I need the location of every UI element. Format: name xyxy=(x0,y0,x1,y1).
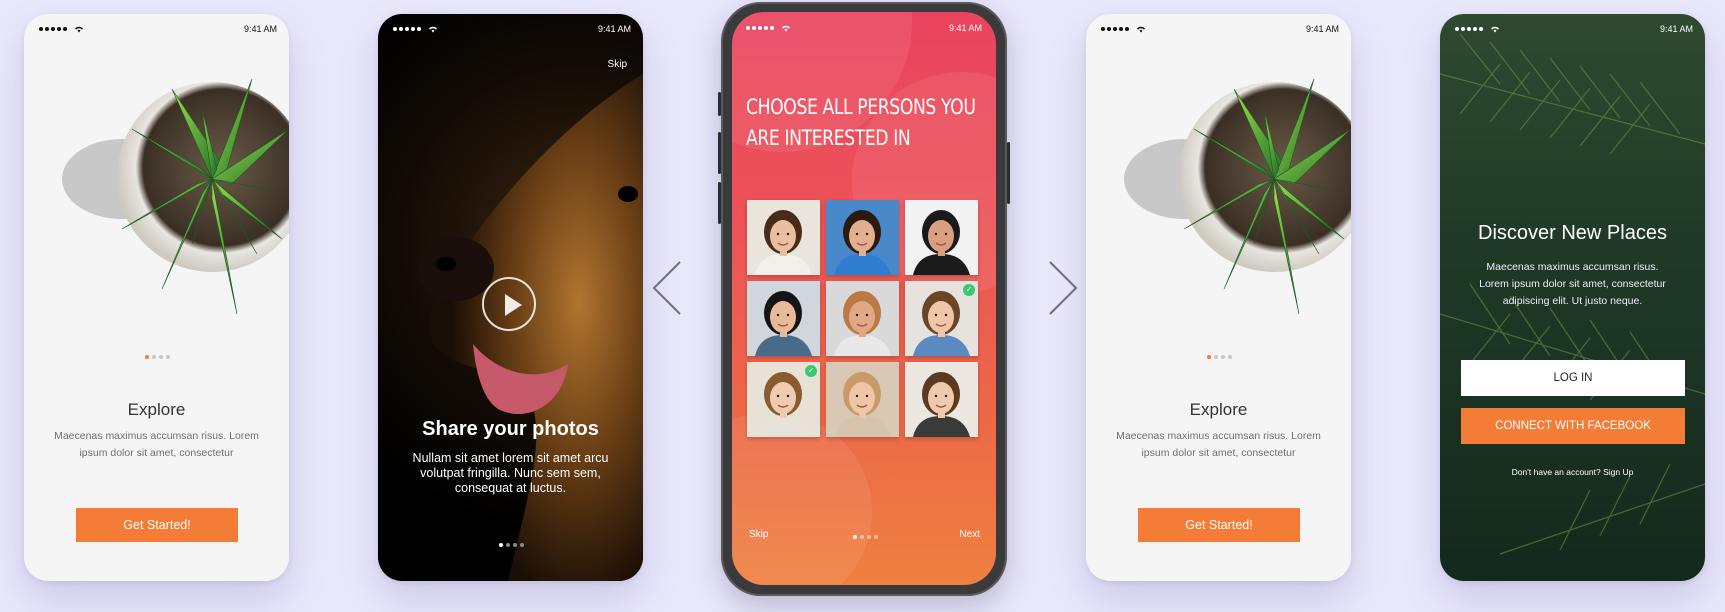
status-bar: 9:41 AM xyxy=(1101,22,1339,36)
status-time: 9:41 AM xyxy=(948,23,982,33)
check-icon: ✓ xyxy=(963,284,975,296)
signal-icon xyxy=(1101,25,1146,33)
play-icon[interactable] xyxy=(482,277,536,331)
person-photo[interactable]: ✓ xyxy=(747,362,820,437)
person-photo[interactable] xyxy=(826,200,899,275)
phone-discover: 9:41 AM Discover New Places Maecenas max… xyxy=(1440,14,1705,581)
person-photo[interactable] xyxy=(905,200,978,275)
wifi-icon xyxy=(1491,26,1499,33)
connect-facebook-button[interactable]: CONNECT WITH FACEBOOK xyxy=(1461,408,1685,444)
signal-icon xyxy=(39,25,84,33)
person-photo[interactable] xyxy=(747,200,820,275)
person-photo[interactable] xyxy=(747,281,820,356)
status-bar: 9:41 AM xyxy=(393,22,631,36)
wifi-icon xyxy=(782,25,790,32)
choose-title: CHOOSE ALL PERSONS YOU ARE INTERESTED IN xyxy=(746,95,976,150)
skip-button[interactable]: Skip xyxy=(608,59,627,70)
chevron-right-icon[interactable] xyxy=(1042,258,1082,318)
phone-share-photos: 9:41 AM Skip Share your photos Nullam si… xyxy=(378,14,643,581)
status-time: 9:41 AM xyxy=(243,24,277,34)
signup-link[interactable]: Don't have an account? Sign Up xyxy=(1440,467,1705,477)
chevron-left-icon[interactable] xyxy=(648,258,688,318)
discover-title: Discover New Places xyxy=(1478,222,1667,244)
succulent-image xyxy=(62,78,289,315)
status-time: 9:41 AM xyxy=(597,24,631,34)
wifi-icon xyxy=(429,26,437,33)
page-indicator xyxy=(499,543,524,547)
get-started-button[interactable]: Get Started! xyxy=(76,508,238,542)
person-photo[interactable] xyxy=(905,362,978,437)
wifi-icon xyxy=(75,26,83,33)
onboarding-title: Explore xyxy=(127,400,186,419)
signal-icon xyxy=(1455,25,1500,33)
person-photo[interactable]: ✓ xyxy=(905,281,978,356)
succulent-image xyxy=(1124,78,1351,315)
phone-explore-2: 9:41 AM Explore Maecenas maximus accumsa… xyxy=(1086,14,1351,581)
page-indicator xyxy=(853,535,878,539)
phone-explore-1: 9:41 AM Explore Maecenas maximus accumsa… xyxy=(24,14,289,581)
page-indicator xyxy=(1207,355,1232,359)
onboarding-title: Share your photos xyxy=(422,418,599,440)
status-time: 9:41 AM xyxy=(1659,24,1693,34)
next-button[interactable]: Next xyxy=(959,529,980,540)
login-button[interactable]: LOG IN xyxy=(1461,360,1685,396)
person-grid: ✓ ✓ xyxy=(747,200,978,437)
onboarding-description: Maecenas maximus accumsan risus. Lorem i… xyxy=(54,430,259,459)
person-photo[interactable] xyxy=(826,362,899,437)
signal-icon xyxy=(393,25,438,33)
onboarding-title: Explore xyxy=(1189,400,1248,419)
page-indicator xyxy=(145,355,170,359)
signal-icon xyxy=(746,24,791,32)
status-time: 9:41 AM xyxy=(1305,24,1339,34)
skip-button[interactable]: Skip xyxy=(749,529,768,540)
get-started-button[interactable]: Get Started! xyxy=(1138,508,1300,542)
status-bar: 9:41 AM xyxy=(1455,22,1693,36)
wifi-icon xyxy=(1137,26,1145,33)
check-icon: ✓ xyxy=(805,365,817,377)
person-photo[interactable] xyxy=(826,281,899,356)
phone-choose-persons: 9:41 AM CHOOSE ALL PERSONS YOU ARE INTER… xyxy=(718,2,1010,596)
status-bar: 9:41 AM xyxy=(39,22,277,36)
status-bar: 9:41 AM xyxy=(746,21,982,35)
choose-screen: 9:41 AM CHOOSE ALL PERSONS YOU ARE INTER… xyxy=(732,12,996,585)
onboarding-description: Maecenas maximus accumsan risus. Lorem i… xyxy=(1116,430,1321,459)
onboarding-description: Nullam sit amet lorem sit amet arcu volu… xyxy=(412,451,609,495)
discover-description: Maecenas maximus accumsan risus. Lorem i… xyxy=(1479,261,1666,307)
